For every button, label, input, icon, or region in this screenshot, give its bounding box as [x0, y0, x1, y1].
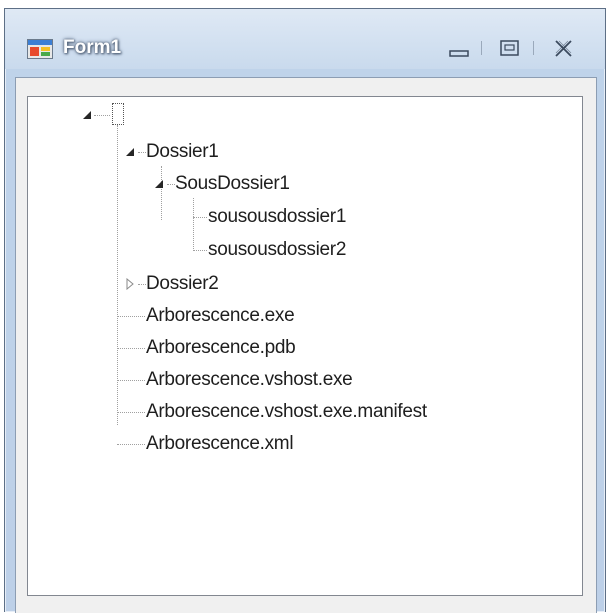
tree-node-file[interactable]: Arborescence.vshost.exe.manifest	[146, 398, 427, 426]
window-title: Form1	[63, 37, 122, 58]
form-client-area: Dossier1 SousDossier1 sousousdossier1 so…	[15, 77, 597, 613]
close-icon	[555, 40, 572, 57]
minimize-button[interactable]	[445, 37, 475, 61]
tree-node-file[interactable]: Arborescence.pdb	[146, 334, 296, 362]
close-button[interactable]	[549, 37, 579, 61]
tree-view[interactable]: Dossier1 SousDossier1 sousousdossier1 so…	[27, 96, 583, 596]
tree-node-sousousdossier1[interactable]: sousousdossier1	[208, 203, 346, 231]
tree-node-sousdossier1[interactable]: SousDossier1	[175, 170, 290, 198]
title-separator	[481, 41, 482, 55]
maximize-icon	[500, 40, 519, 56]
form-app-icon	[27, 39, 53, 59]
tree-node-file[interactable]: Arborescence.xml	[146, 430, 294, 458]
minimize-icon	[449, 50, 469, 57]
tree-node-file[interactable]: Arborescence.vshost.exe	[146, 366, 353, 394]
tree-node-dossier1[interactable]: Dossier1	[146, 138, 219, 166]
tree-node-file[interactable]: Arborescence.exe	[146, 302, 295, 330]
tree-node-dossier2[interactable]: Dossier2	[146, 270, 219, 298]
maximize-button[interactable]	[495, 37, 525, 61]
tree-node-sousousdossier2[interactable]: sousousdossier2	[208, 236, 346, 264]
title-bar[interactable]: Form1	[5, 9, 605, 69]
title-separator	[533, 41, 534, 55]
collapsed-triangle-icon[interactable]	[125, 278, 135, 290]
tree-root-node[interactable]	[112, 103, 124, 125]
expanded-triangle-icon[interactable]	[82, 110, 92, 120]
expanded-triangle-icon[interactable]	[125, 147, 135, 157]
form-window: Form1 Dossier1 SousDossier1 sousousdossi…	[4, 8, 606, 613]
expanded-triangle-icon[interactable]	[154, 179, 164, 189]
